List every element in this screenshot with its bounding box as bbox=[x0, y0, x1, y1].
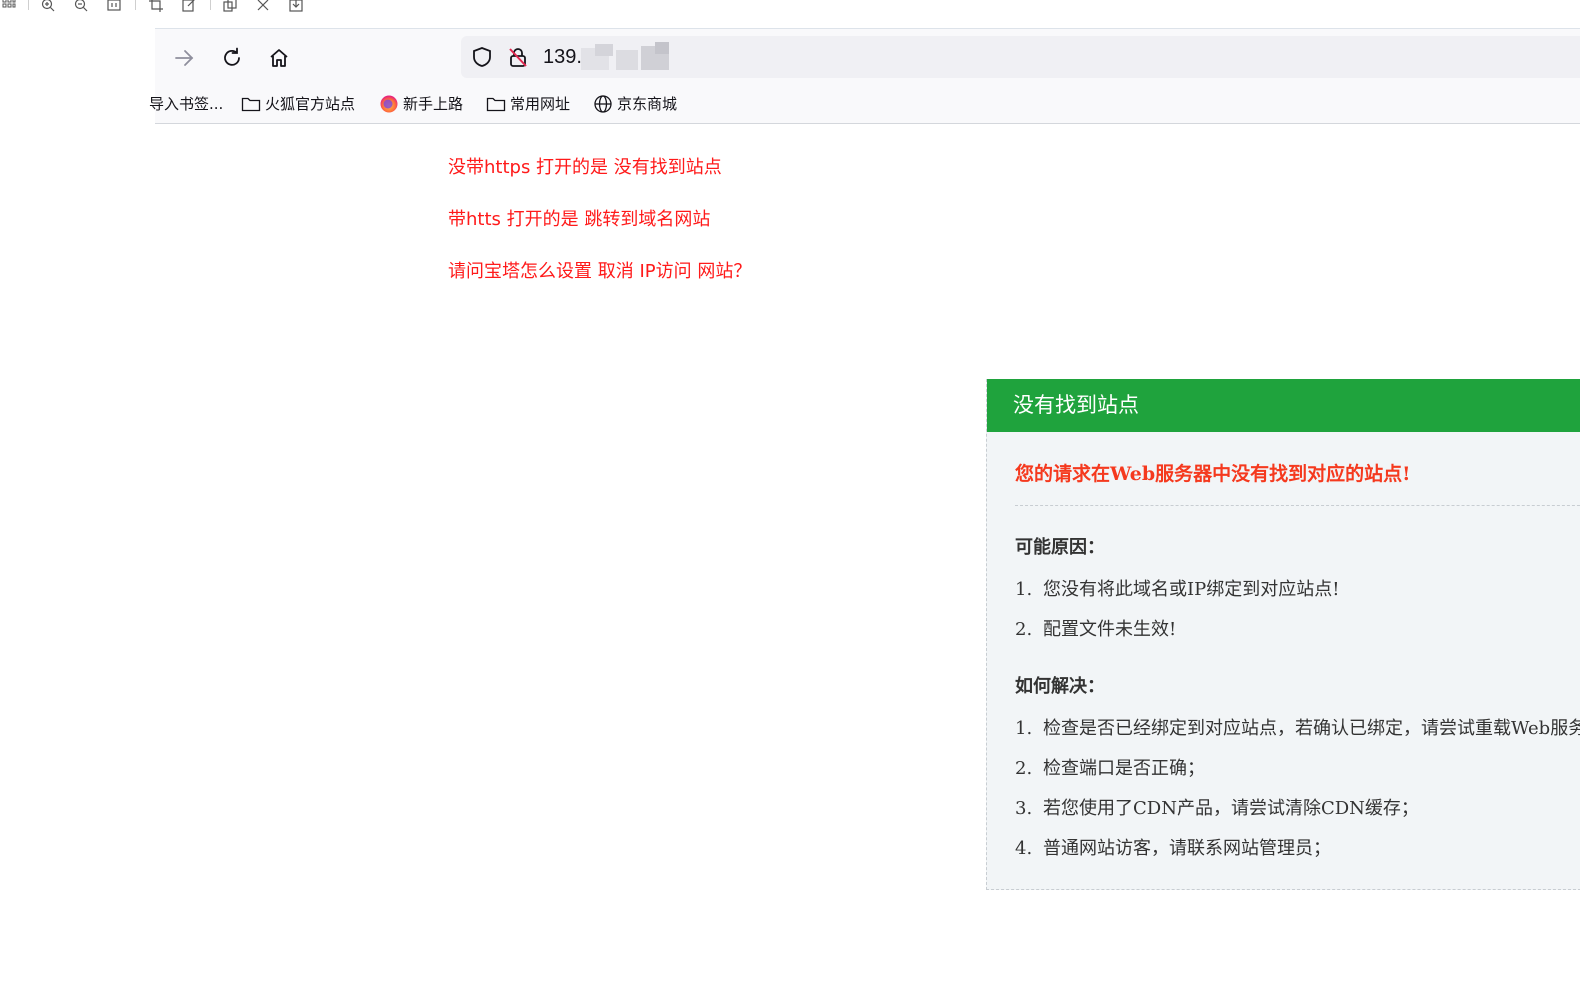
bookmark-label: 常用网址 bbox=[510, 95, 571, 113]
list-text: 检查端口是否正确； bbox=[1043, 758, 1205, 779]
solution-item: 3. 若您使用了CDN产品，请尝试清除CDN缓存； bbox=[1015, 794, 1419, 820]
reason-item: 2. 配置文件未生效! bbox=[1015, 615, 1176, 641]
copy-icon[interactable] bbox=[223, 0, 237, 12]
list-text: 配置文件未生效! bbox=[1043, 619, 1177, 640]
forward-arrow-icon bbox=[175, 50, 194, 66]
question-line: 带htts 打开的是 跳转到域名网站 bbox=[448, 209, 711, 230]
list-number: 3. bbox=[1015, 798, 1033, 819]
reload-button[interactable] bbox=[217, 43, 247, 73]
list-text: 若您使用了CDN产品，请尝试清除CDN缓存； bbox=[1043, 798, 1419, 819]
browser-chrome: 139. 导入书签... 火狐官方站点 新手上路 常用网址 京东商城 bbox=[149, 28, 1580, 124]
bookmark-import[interactable]: 导入书签... bbox=[149, 93, 223, 114]
shield-icon[interactable] bbox=[471, 46, 493, 72]
toolbar-divider bbox=[135, 0, 136, 10]
solution-item: 2. 检查端口是否正确； bbox=[1015, 754, 1205, 780]
toolbar-divider bbox=[210, 0, 211, 10]
solution-item: 4. 普通网站访客，请联系网站管理员； bbox=[1015, 834, 1331, 860]
error-header: 没有找到站点 bbox=[987, 379, 1580, 432]
reload-icon bbox=[224, 47, 240, 66]
bookmark-common-sites[interactable]: 常用网址 bbox=[486, 93, 570, 114]
grid-icon[interactable] bbox=[2, 0, 16, 11]
zoom-in-icon[interactable] bbox=[41, 0, 55, 12]
bookmark-label: 新手上路 bbox=[403, 95, 464, 113]
globe-icon bbox=[594, 94, 612, 113]
insecure-lock-icon[interactable] bbox=[507, 46, 529, 72]
list-number: 2. bbox=[1015, 619, 1033, 640]
bookmark-label: 导入书签... bbox=[149, 95, 224, 113]
crop-icon[interactable] bbox=[149, 0, 163, 12]
reason-item: 1. 您没有将此域名或IP绑定到对应站点! bbox=[1015, 575, 1339, 601]
list-text: 普通网站访客，请联系网站管理员； bbox=[1043, 838, 1331, 859]
list-number: 2. bbox=[1015, 758, 1033, 779]
error-panel: 没有找到站点 您的请求在Web服务器中没有找到对应的站点! 可能原因： 1. 您没… bbox=[986, 379, 1580, 890]
bookmark-label: 火狐官方站点 bbox=[265, 95, 356, 113]
bookmarks-bar: 导入书签... 火狐官方站点 新手上路 常用网址 京东商城 bbox=[149, 89, 1580, 119]
zoom-out-icon[interactable] bbox=[74, 0, 88, 12]
blurred-url-segment bbox=[616, 50, 638, 70]
firefox-logo-icon bbox=[380, 95, 398, 112]
question-line: 没带https 打开的是 没有找到站点 bbox=[448, 157, 722, 178]
list-text: 您没有将此域名或IP绑定到对应站点! bbox=[1043, 579, 1340, 600]
viewer-toolbar bbox=[0, 0, 1580, 14]
edit-icon[interactable] bbox=[182, 0, 196, 12]
solutions-title: 如何解决： bbox=[1015, 676, 1105, 697]
bookmark-getting-started[interactable]: 新手上路 bbox=[379, 93, 463, 114]
toolbar-divider bbox=[28, 0, 29, 10]
url-bar[interactable]: 139. bbox=[461, 36, 1580, 78]
reasons-title: 可能原因： bbox=[1015, 537, 1105, 558]
home-button[interactable] bbox=[264, 43, 294, 73]
folder-icon bbox=[486, 97, 506, 111]
question-line: 请问宝塔怎么设置 取消 IP访问 网站？ bbox=[448, 261, 752, 282]
error-main-message: 您的请求在Web服务器中没有找到对应的站点! bbox=[1015, 463, 1411, 485]
bookmark-firefox-official[interactable]: 火狐官方站点 bbox=[241, 93, 355, 114]
bookmark-jd[interactable]: 京东商城 bbox=[593, 93, 677, 114]
list-number: 1. bbox=[1015, 579, 1033, 600]
fit-icon[interactable] bbox=[107, 0, 121, 11]
home-icon bbox=[270, 49, 288, 67]
bookmark-label: 京东商城 bbox=[617, 95, 678, 113]
forward-button[interactable] bbox=[169, 43, 199, 73]
list-text: 检查是否已经绑定到对应站点，若确认已绑定，请尝试重载Web服务 bbox=[1043, 718, 1580, 739]
divider bbox=[1015, 505, 1580, 506]
list-number: 1. bbox=[1015, 718, 1033, 739]
folder-icon bbox=[241, 97, 261, 111]
expand-icon[interactable] bbox=[256, 0, 270, 11]
list-number: 4. bbox=[1015, 838, 1033, 859]
download-icon[interactable] bbox=[289, 0, 303, 12]
blurred-url-segment bbox=[655, 42, 669, 54]
blurred-url-segment bbox=[595, 44, 613, 56]
url-text[interactable]: 139. bbox=[543, 46, 582, 69]
solution-item: 1. 检查是否已经绑定到对应站点，若确认已绑定，请尝试重载Web服务 bbox=[1015, 714, 1580, 740]
